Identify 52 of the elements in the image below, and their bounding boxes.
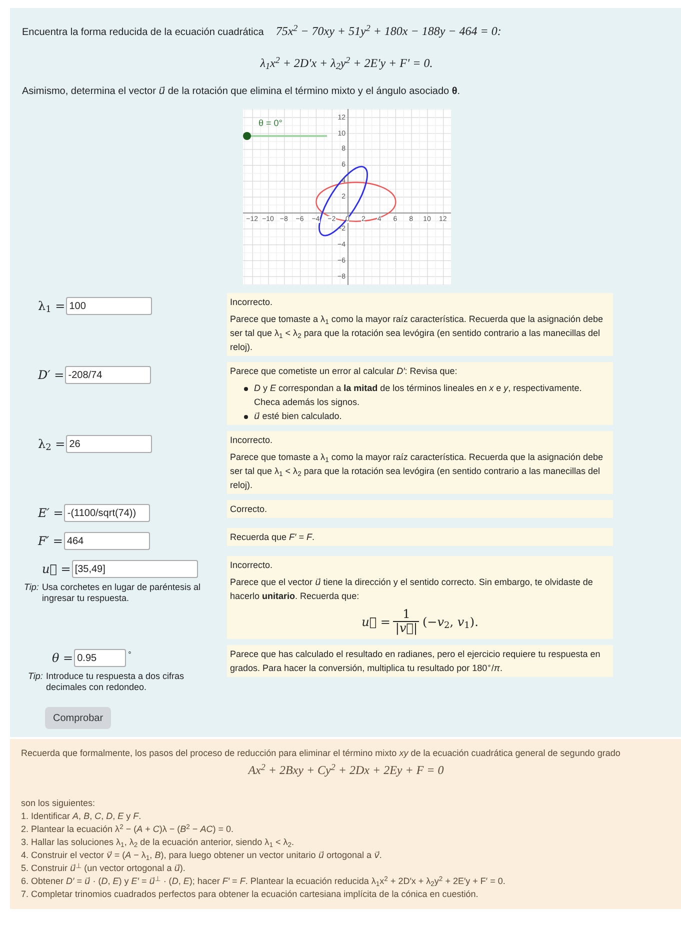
feedback-text: Parece que has calculado el resultado en radianes, pero el ejercicio requiere tu respuesta en grados. Para hacer la conversión, multiplica tu resultado por 180$^{∘}$/π. (230, 648, 602, 675)
tip-label: Tip: (24, 582, 39, 594)
feedback-text: Parece que cometiste un error al calcular D′: Revisa que: (230, 365, 458, 378)
field-label: u⃗ = (42, 561, 71, 578)
tip-label: Tip: (28, 671, 43, 683)
answer-field[interactable]: -208/74 (65, 366, 152, 384)
step-text: 2. Plantear la ecuación λ$^{2}$ − (A + C)λ − (B$^{2}$ − AC) = 0. (21, 823, 234, 836)
question-text: Asimismo, determina el vector u⃗ de la rotación que elimina el término mixto y el ángulo asociado θ. (22, 85, 462, 99)
field-label: λ$_{2}$ = (38, 436, 66, 453)
answer-field[interactable]: -(1100/sqrt(74)) (64, 504, 150, 522)
step-text: 4. Construir el vector v⃗ = (A − λ$_{1}$, B), para luego obtener un vector unitario u⃗ ortogonal a v⃗. (21, 849, 383, 862)
fraction-formula: u⃗ = 1 |v⃗| (−v$_{2}$, v$_{1}$). (360, 606, 480, 637)
field-label: D′ = (38, 367, 64, 384)
feedback-text: Incorrecto. (230, 296, 274, 309)
step-text: 5. Construir u⃗$^{⊥}$ (un vector ortogonal a u⃗). (21, 862, 186, 875)
equation: Ax$^{2}$ + 2Bxy + Cy$^{2}$ + 2Dx + 2Ey + F = 0 (248, 764, 444, 777)
step-text: 7. Completar trinomios cuadrados perfectos para obtener la ecuación cartesiana implícita de la cónica en cuestión. (21, 888, 480, 901)
answer-field[interactable]: 26 (66, 435, 152, 453)
answer-field[interactable]: 464 (64, 532, 150, 550)
check-button[interactable]: Comprobar (45, 707, 112, 729)
field-label: λ$_{1}$ = (38, 298, 66, 315)
bullet-icon (244, 415, 248, 419)
tip-text: Usa corchetes en lugar de paréntesis al ingresar tu respuesta. (42, 582, 202, 604)
field-label: F′ = (38, 533, 63, 550)
feedback-text: Incorrecto. (230, 434, 274, 447)
equation: λ$_{1}$x$^{2}$ + 2D′x + λ$_{2}$y$^{2}$ + 2E′y + F′ = 0. (260, 54, 433, 72)
feedback-text: Incorrecto. (230, 559, 274, 572)
bullet-icon (244, 387, 248, 391)
step-text: 3. Hallar las soluciones λ$_{1}$, λ$_{2}$ de la ecuación anterior, siendo λ$_{1}$ < λ$_{2}$. (21, 836, 295, 849)
slider-label: θ = 0° (258, 119, 282, 128)
feedback-text: Parece que el vector u⃗ tiene la dirección y el sentido correcto. Sin embargo, te olvidaste de hacerlo unitario. Recuerda que: (230, 576, 594, 603)
field-label: E′ = (38, 505, 64, 522)
field-label: θ = (52, 650, 74, 667)
rotated-ellipse-curve (318, 166, 368, 236)
slider-thumb[interactable] (242, 132, 250, 140)
bullet-text: u⃗ esté bien calculado. (254, 410, 342, 423)
tip-text: Introduce tu respuesta a dos cifras decimales con redondeo. (46, 671, 186, 693)
feedback-text: Correcto. (230, 503, 268, 516)
feedback-text: Recuerda que F′ = F. (230, 531, 316, 544)
bullet-text: D y E correspondan a la mitad de los términos lineales en x e y, respectivamente. Checa además los signos. (254, 382, 583, 409)
step-text: 6. Obtener D′ = u⃗ · (D, E) y E′ = u⃗$^{⊥}$ · (D, E); hacer F′ = F. Plantear la ecuación reducida λ$_{1}$x$^{2}$ + 2D′x + λ$_{2}$y$^{2}$ + 2E′y + F′ = 0. (21, 875, 506, 888)
answer-field[interactable]: 0.95 (74, 649, 126, 667)
summary-text: son los siguientes: (21, 797, 96, 810)
feedback-text: Parece que tomaste a λ$_{1}$ como la mayor raíz característica. Recuerda que la asignación debe ser tal que λ$_{1}$ < λ$_{2}$ para que la rotación sea levógira (en sentido contrario a las manecillas del reloj). (230, 451, 604, 492)
summary-text: Recuerda que formalmente, los pasos del proceso de reducción para eliminar el término mixto xy de la ecuación cuadrática general de segundo grado (21, 747, 622, 760)
equation: 75x$^{2}$ − 70xy + 51y$^{2}$ + 180x − 188y − 464 = 0: (276, 22, 502, 40)
answer-field[interactable]: [35,49] (72, 560, 198, 578)
feedback-text: Parece que tomaste a λ$_{1}$ como la mayor raíz característica. Recuerda que la asignación debe ser tal que λ$_{1}$ < λ$_{2}$ para que la rotación sea levógira (en sentido contrario a las manecillas del reloj). (230, 313, 604, 354)
question-text: Encuentra la forma reducida de la ecuación cuadrática (22, 26, 264, 40)
answer-field[interactable]: 100 (66, 297, 152, 315)
step-text: 1. Identificar A, B, C, D, E y F. (21, 810, 142, 823)
unit-text: ° (128, 649, 132, 661)
